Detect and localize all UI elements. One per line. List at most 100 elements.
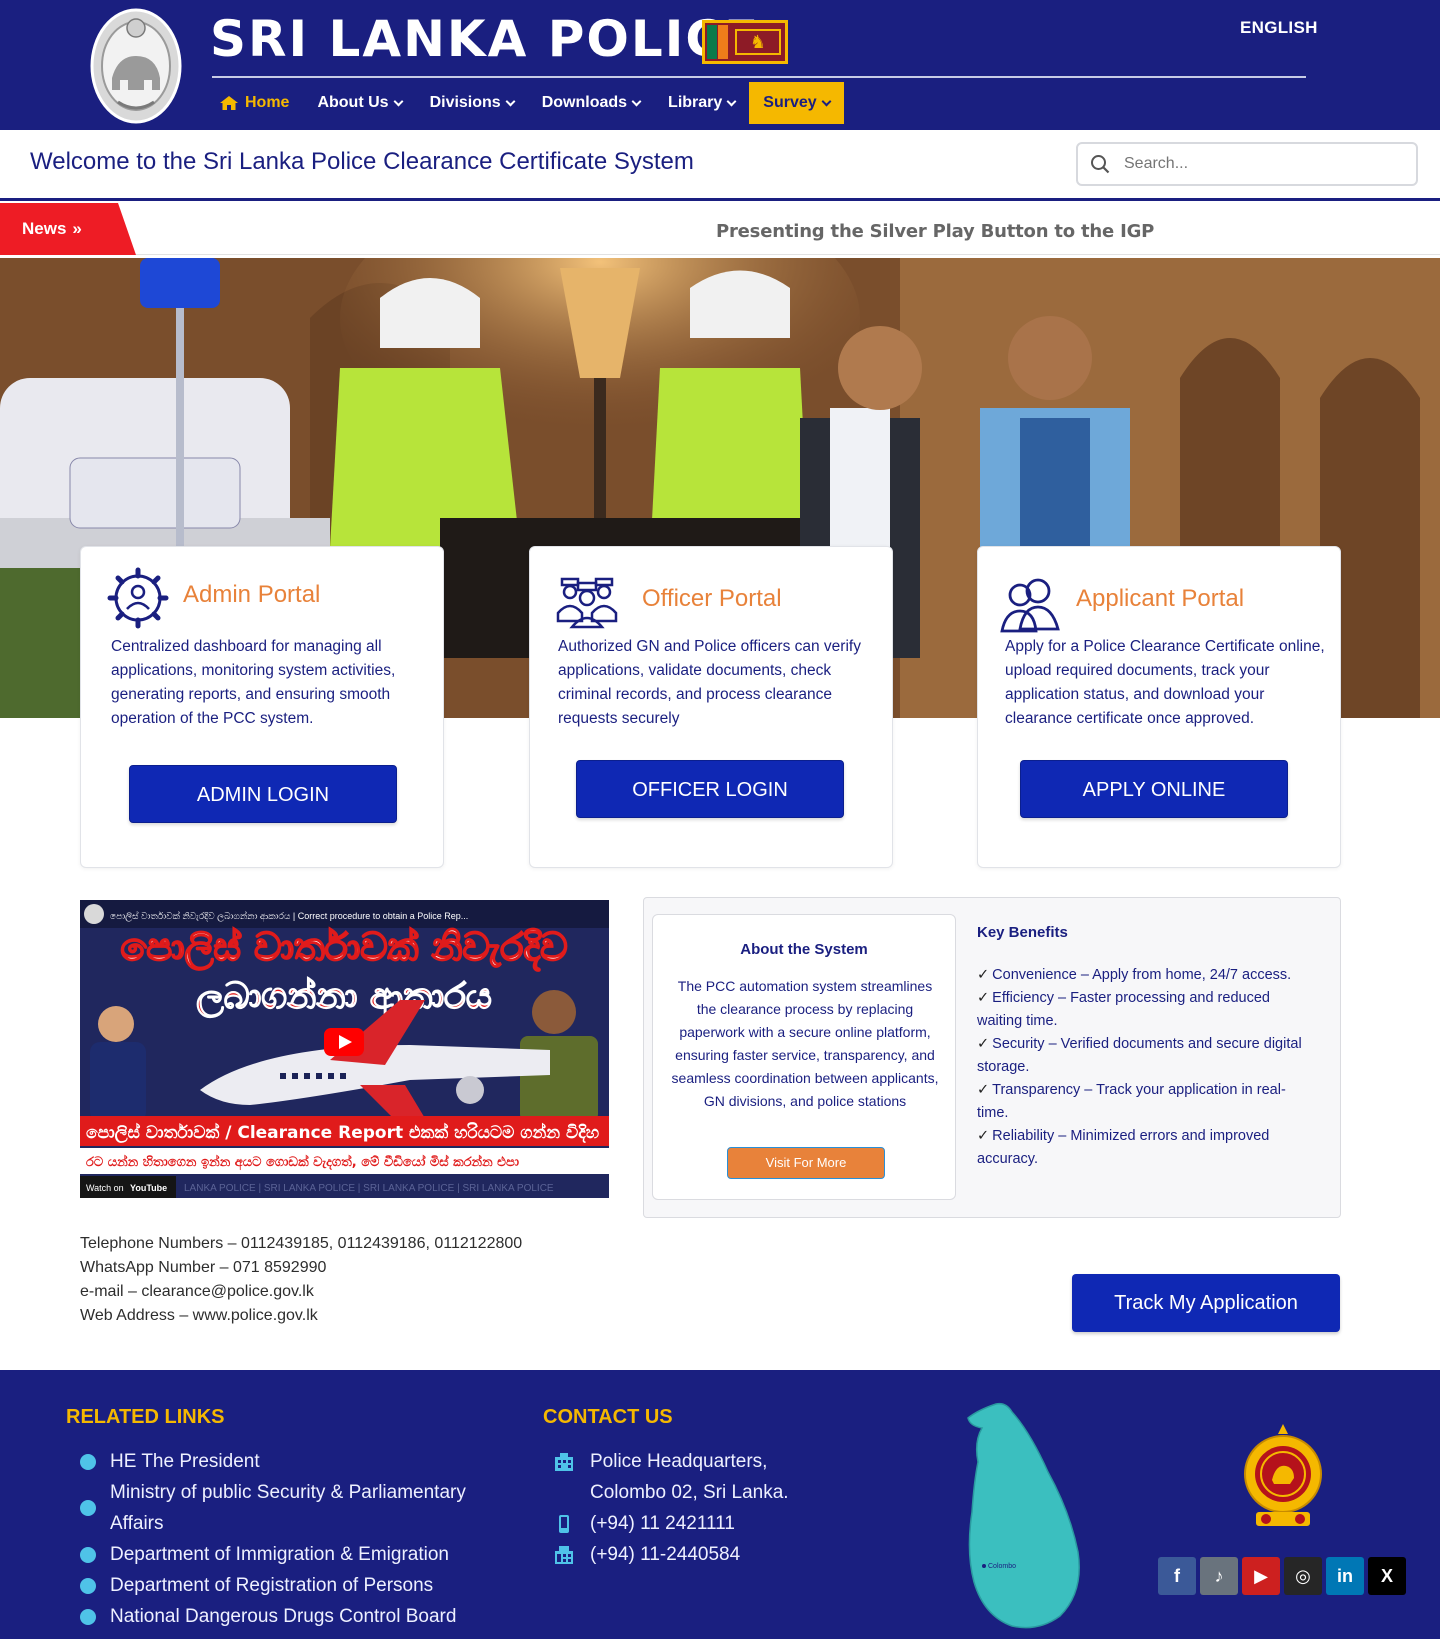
bullet-icon	[80, 1608, 96, 1625]
bullet-icon	[80, 1500, 96, 1516]
nav-divisions-label: Divisions	[429, 94, 501, 111]
officer-login-button[interactable]: OFFICER LOGIN	[576, 760, 844, 818]
key-benefits-list: ✓ Convenience – Apply from home, 24/7 acc…	[977, 964, 1317, 1171]
search-box	[1076, 142, 1418, 186]
social-links: f ♪ ▶ ◎ in X	[1158, 1557, 1406, 1595]
language-selector[interactable]: ENGLISH	[1240, 18, 1318, 38]
key-benefits-title: Key Benefits	[977, 924, 1068, 941]
benefit-item: ✓ Security – Verified documents and secur…	[977, 1033, 1317, 1079]
officer-portal-description: Authorized GN and Police officers can ve…	[558, 638, 861, 727]
video-banner: පොලිස් වාර්තාවක් / Clearance Report එකක්…	[86, 1122, 600, 1144]
officer-portal-card: Officer Portal Authorized GN and Police …	[529, 546, 893, 868]
video-subbanner: රට යන්න හිතාගෙන ඉන්න අයට ගොඩක් වැදගත්, ම…	[86, 1153, 520, 1171]
bullet-icon	[80, 1453, 96, 1470]
nav-survey[interactable]: Survey	[749, 82, 844, 124]
nav-home[interactable]: Home	[205, 82, 303, 124]
chevron-down-icon	[631, 96, 642, 106]
web-address[interactable]: Web Address – www.police.gov.lk	[80, 1304, 522, 1328]
footer-address-line1: Police Headquarters,	[552, 1446, 872, 1477]
related-links-title: RELATED LINKS	[66, 1406, 225, 1428]
main-nav: Home About Us Divisions Downloads Librar…	[205, 82, 844, 124]
footer-phone[interactable]: (+94) 11 2421111	[552, 1508, 872, 1539]
youtube-video-embed[interactable]: පොලිස් වාර්තාවක් නිවැරදිව ලබාගන්නා ආකාරය…	[80, 900, 609, 1198]
nav-about-us-label: About Us	[317, 94, 389, 111]
footer-phone-text: (+94) 11 2421111	[590, 1513, 735, 1534]
fax-icon	[555, 1546, 573, 1564]
footer-fax[interactable]: (+94) 11-2440584	[552, 1539, 872, 1570]
related-link-immigration[interactable]: Department of Immigration & Emigration	[80, 1539, 500, 1570]
visit-for-more-button[interactable]: Visit For More	[727, 1147, 885, 1179]
related-link-registration[interactable]: Department of Registration of Persons	[80, 1570, 500, 1601]
page-title: Welcome to the Sri Lanka Police Clearanc…	[30, 148, 694, 175]
telephone-numbers: Telephone Numbers – 0112439185, 01124391…	[80, 1235, 523, 1252]
checkmark-icon: ✓	[977, 1036, 990, 1052]
track-application-button[interactable]: Track My Application	[1072, 1274, 1340, 1332]
officer-portal-title: Officer Portal	[642, 585, 782, 612]
benefit-text: Transparency – Track your application in…	[977, 1082, 1286, 1121]
users-icon	[1000, 578, 1060, 633]
related-link-label: Department of Immigration & Emigration	[110, 1544, 449, 1565]
youtube-icon[interactable]: ▶	[1242, 1557, 1280, 1595]
footer-address-text: Police Headquarters,	[590, 1451, 768, 1472]
benefit-item: ✓ Efficiency – Faster processing and redu…	[977, 987, 1317, 1033]
nav-about-us[interactable]: About Us	[303, 82, 415, 124]
video-footer-strip: LANKA POLICE | SRI LANKA POLICE | SRI LA…	[184, 1183, 554, 1194]
admin-portal-title: Admin Portal	[183, 581, 321, 608]
checkmark-icon: ✓	[977, 967, 990, 983]
footer-address-text: Colombo 02, Sri Lanka.	[590, 1482, 789, 1503]
instagram-icon[interactable]: ◎	[1284, 1557, 1322, 1595]
news-tag-label: News	[22, 219, 67, 238]
header-divider	[212, 76, 1306, 78]
officers-group-icon	[556, 577, 618, 629]
applicant-portal-title: Applicant Portal	[1076, 585, 1245, 612]
checkmark-icon: ✓	[977, 1082, 990, 1098]
search-input[interactable]	[1124, 152, 1404, 176]
news-headline[interactable]: Presenting the Silver Play Button to the…	[716, 221, 1154, 242]
apply-online-button[interactable]: APPLY ONLINE	[1020, 760, 1288, 818]
map-colombo-label: Colombo	[988, 1563, 1016, 1570]
applicant-portal-description: Apply for a Police Clearance Certificate…	[1005, 638, 1325, 727]
benefit-text: Convenience – Apply from home, 24/7 acce…	[992, 967, 1292, 983]
video-thumbnail: පොලිස් වාර්තාවක් නිවැරදිව ලබාගන්නා ආකාරය…	[80, 900, 609, 1198]
related-link-drugs-board[interactable]: National Dangerous Drugs Control Board	[80, 1601, 500, 1632]
watch-on-label: Watch on	[86, 1183, 124, 1193]
checkmark-icon: ✓	[977, 990, 990, 1006]
x-twitter-icon[interactable]: X	[1368, 1557, 1406, 1595]
nav-library[interactable]: Library	[654, 82, 749, 124]
home-icon	[220, 96, 238, 110]
benefit-item: ✓ Transparency – Track your application i…	[977, 1079, 1317, 1125]
youtube-logo: YouTube	[130, 1183, 167, 1193]
related-link-president[interactable]: HE The President	[80, 1446, 500, 1477]
email-address[interactable]: e-mail – clearance@police.gov.lk	[80, 1280, 522, 1304]
tiktok-icon[interactable]: ♪	[1200, 1557, 1238, 1595]
admin-portal-card: Admin Portal Centralized dashboard for m…	[80, 546, 444, 868]
linkedin-icon[interactable]: in	[1326, 1557, 1364, 1595]
about-system-box: About the System The PCC automation syst…	[652, 914, 956, 1200]
sri-lanka-map[interactable]: Colombo	[960, 1402, 1100, 1632]
chevron-down-icon	[505, 96, 516, 106]
facebook-icon[interactable]: f	[1158, 1557, 1196, 1595]
admin-login-button[interactable]: ADMIN LOGIN	[129, 765, 397, 823]
whatsapp-number: WhatsApp Number – 071 8592990	[80, 1259, 327, 1276]
police-emblem-logo[interactable]	[88, 6, 184, 124]
related-link-ministry[interactable]: Ministry of public Security & Parliament…	[80, 1477, 500, 1539]
national-emblem-logo	[1244, 1424, 1322, 1526]
nav-divisions[interactable]: Divisions	[416, 82, 528, 124]
chevron-down-icon	[726, 96, 737, 106]
benefit-text: Security – Verified documents and secure…	[977, 1036, 1302, 1075]
nav-downloads[interactable]: Downloads	[528, 82, 654, 124]
building-icon	[555, 1453, 573, 1471]
checkmark-icon: ✓	[977, 1128, 990, 1144]
site-header: SRI LANKA POLICE ♞ ENGLISH Home About Us…	[0, 0, 1440, 130]
footer-fax-text: (+94) 11-2440584	[590, 1544, 741, 1565]
chevron-down-icon	[393, 96, 404, 106]
related-link-label: National Dangerous Drugs Control Board	[110, 1606, 457, 1627]
related-link-label: Department of Registration of Persons	[110, 1575, 434, 1596]
applicant-portal-card: Applicant Portal Apply for a Police Clea…	[977, 546, 1341, 868]
news-tag[interactable]: News »	[0, 203, 136, 255]
about-title: About the System	[740, 941, 868, 958]
contact-details: Telephone Numbers – 0112439185, 01124391…	[80, 1232, 522, 1328]
contact-us-title: CONTACT US	[543, 1406, 673, 1428]
site-title: SRI LANKA POLICE	[210, 10, 761, 68]
divider	[0, 198, 1440, 201]
